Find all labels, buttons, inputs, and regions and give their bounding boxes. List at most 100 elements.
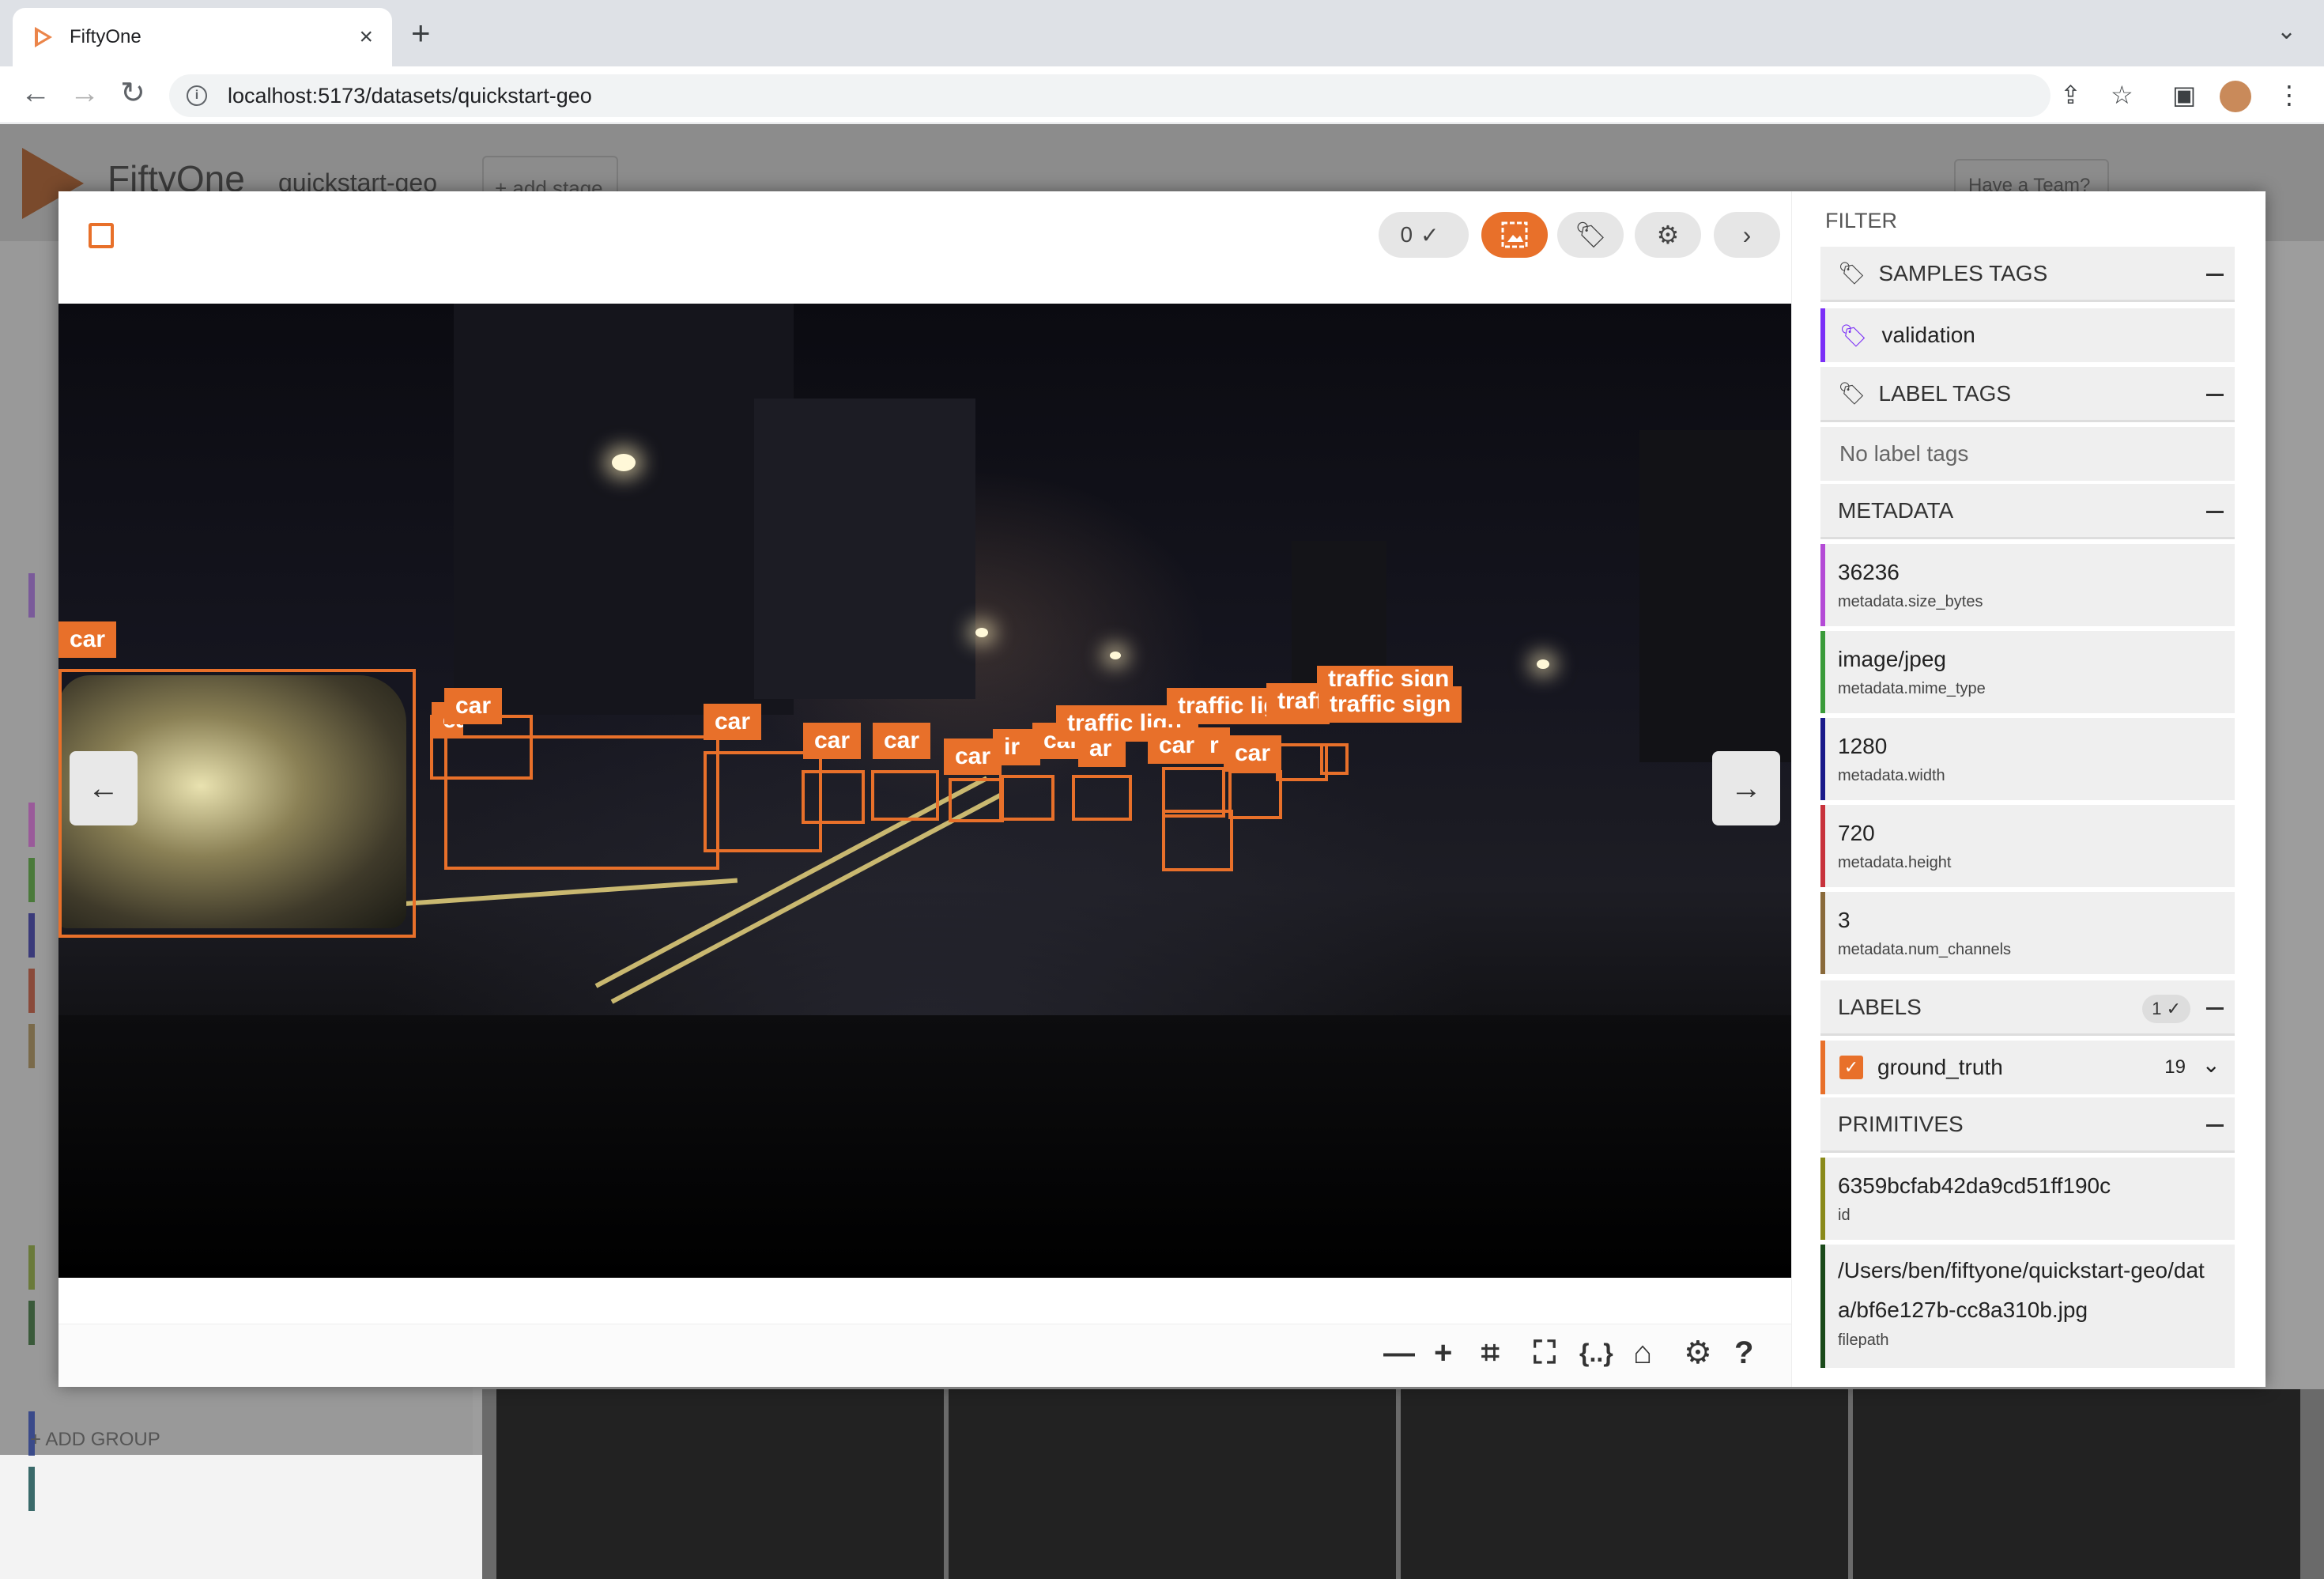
samples-tags-header[interactable]: 🏷 SAMPLES TAGS: [1820, 247, 2235, 302]
field-color-stripe: [1820, 1158, 1825, 1240]
field-value: image/jpeg: [1838, 647, 1946, 671]
detection-box[interactable]: [871, 770, 939, 821]
field-key: metadata.size_bytes: [1838, 593, 1983, 610]
chevron-down-icon[interactable]: ⌄: [2202, 1052, 2220, 1078]
modal-footer: — + ⌗ ⛶ {..} ⌂ ⚙ ?: [58, 1278, 1791, 1387]
field-color-stripe: [1820, 1245, 1825, 1368]
select-sample-checkbox[interactable]: [89, 223, 114, 248]
detection-box[interactable]: [1072, 775, 1132, 821]
label-field-ground-truth[interactable]: ✓ ground_truth 19 ⌄: [1820, 1041, 2235, 1094]
reload-icon[interactable]: ↻: [120, 77, 145, 109]
section-title: LABELS: [1838, 994, 1922, 1019]
browser-tabstrip: FiftyOne × + ⌄: [0, 0, 2324, 66]
detection-label[interactable]: car: [803, 723, 862, 759]
toggle-overlay-button[interactable]: [1481, 212, 1548, 258]
car-dashboard: [58, 1015, 1791, 1278]
collapse-icon[interactable]: [2206, 1007, 2224, 1010]
share-icon[interactable]: ⇪: [2060, 79, 2081, 111]
street-lamp: [1110, 652, 1121, 659]
field-key: metadata.width: [1838, 767, 1945, 784]
detection-label[interactable]: car: [704, 704, 762, 740]
tab-close-icon[interactable]: ×: [359, 24, 373, 51]
detection-box[interactable]: [1320, 743, 1349, 775]
selected-labels-pill[interactable]: 0 ✓: [1379, 212, 1469, 258]
grid-thumbnail[interactable]: [1853, 1389, 2300, 1579]
profile-avatar[interactable]: [2220, 81, 2251, 112]
detection-box[interactable]: [1228, 770, 1282, 819]
label-tags-header[interactable]: 🏷 LABEL TAGS: [1820, 367, 2235, 422]
filter-sidebar: FILTER 🏷 SAMPLES TAGS 🏷 validation 🏷 LAB…: [1791, 191, 2266, 1387]
viewer-controls: — + ⌗ ⛶ {..} ⌂ ⚙ ?: [58, 1324, 1791, 1387]
field-key: metadata.num_channels: [1838, 941, 2012, 958]
detection-label[interactable]: car: [1148, 727, 1206, 764]
building: [1639, 430, 1791, 762]
next-sample-arrow-icon[interactable]: →: [1712, 751, 1780, 825]
detection-label[interactable]: car: [873, 723, 931, 759]
tab-title: FiftyOne: [70, 26, 141, 47]
detection-label[interactable]: traffic sign: [1319, 686, 1462, 723]
help-icon[interactable]: ?: [1734, 1334, 1753, 1372]
tag-icon: 🏷: [1838, 381, 1866, 406]
sample-tag-validation[interactable]: 🏷 validation: [1820, 308, 2235, 362]
detection-box[interactable]: [949, 778, 1004, 822]
primitives-header[interactable]: PRIMITIVES: [1820, 1097, 2235, 1153]
detection-box[interactable]: [444, 735, 719, 870]
detection-box[interactable]: [999, 775, 1054, 821]
collapse-icon[interactable]: [2206, 274, 2224, 276]
new-tab-icon[interactable]: +: [411, 17, 431, 50]
check-icon: ✓: [1420, 222, 1439, 247]
zoom-in-icon[interactable]: +: [1434, 1334, 1452, 1372]
next-sample-button[interactable]: ›: [1714, 212, 1780, 258]
metadata-header[interactable]: METADATA: [1820, 484, 2235, 539]
bookmark-star-icon[interactable]: ☆: [2111, 79, 2133, 111]
metadata-field: 720 metadata.height: [1820, 805, 2235, 887]
collapse-icon[interactable]: [2206, 1124, 2224, 1127]
ground-truth-checkbox[interactable]: ✓: [1839, 1056, 1863, 1079]
sidebar-stripe: [28, 913, 35, 958]
detection-box[interactable]: [1162, 810, 1233, 871]
zoom-out-icon[interactable]: —: [1383, 1334, 1415, 1372]
collapse-icon[interactable]: [2206, 394, 2224, 396]
label-field-count: 19: [2164, 1056, 2186, 1078]
tag-icon: 🏷: [1574, 221, 1607, 249]
primitive-field: 6359bcfab42da9cd51ff190c id: [1820, 1158, 2235, 1240]
sidebar-stripe: [28, 1467, 35, 1511]
side-panel-icon[interactable]: ▣: [2172, 79, 2196, 111]
address-bar[interactable]: i localhost:5173/datasets/quickstart-geo: [169, 74, 2050, 117]
site-info-icon[interactable]: i: [187, 85, 207, 106]
label-icon[interactable]: ⌂: [1633, 1334, 1652, 1372]
json-icon[interactable]: {..}: [1579, 1334, 1613, 1372]
labels-header[interactable]: LABELS 1 ✓: [1820, 980, 2235, 1036]
labels-badge[interactable]: 1 ✓: [2142, 995, 2190, 1023]
settings-button[interactable]: ⚙: [1635, 212, 1701, 258]
detection-label[interactable]: car: [1224, 735, 1282, 772]
crop-icon[interactable]: ⌗: [1481, 1334, 1500, 1372]
collapse-icon[interactable]: [2206, 511, 2224, 513]
grid-thumbnail[interactable]: [1401, 1389, 1848, 1579]
detection-label[interactable]: car: [444, 688, 503, 724]
browser-tab[interactable]: FiftyOne ×: [13, 8, 392, 66]
back-arrow-icon[interactable]: ←: [21, 77, 51, 109]
metadata-field: 3 metadata.num_channels: [1820, 892, 2235, 974]
sidebar-stripe: [28, 1301, 35, 1345]
grid-thumbnail[interactable]: [949, 1389, 1396, 1579]
grid-thumbnail[interactable]: [496, 1389, 944, 1579]
previous-sample-arrow-icon[interactable]: ←: [70, 751, 138, 825]
tag-color-stripe: [1820, 308, 1825, 362]
url-text[interactable]: localhost:5173/datasets/quickstart-geo: [228, 84, 592, 108]
browser-menu-icon[interactable]: ⋮: [2277, 79, 2302, 111]
forward-arrow-icon[interactable]: →: [70, 77, 100, 109]
building: [754, 399, 975, 699]
add-group-button[interactable]: + ADD GROUP: [30, 1429, 160, 1451]
field-color-stripe: [1820, 805, 1825, 887]
gear-icon[interactable]: ⚙: [1684, 1334, 1712, 1372]
tab-search-chevron-icon[interactable]: ⌄: [2277, 17, 2296, 45]
tag-button[interactable]: 🏷: [1557, 212, 1624, 258]
street-lamp: [612, 454, 636, 471]
fullscreen-icon[interactable]: ⛶: [1534, 1334, 1556, 1372]
detection-label[interactable]: car: [58, 621, 117, 658]
browser-toolbar: ← → ↻ i localhost:5173/datasets/quicksta…: [0, 66, 2324, 123]
detection-box[interactable]: [802, 770, 865, 824]
image-viewer[interactable]: car ca car car car car car ir car ar tra…: [58, 304, 1791, 1278]
building: [454, 304, 794, 715]
